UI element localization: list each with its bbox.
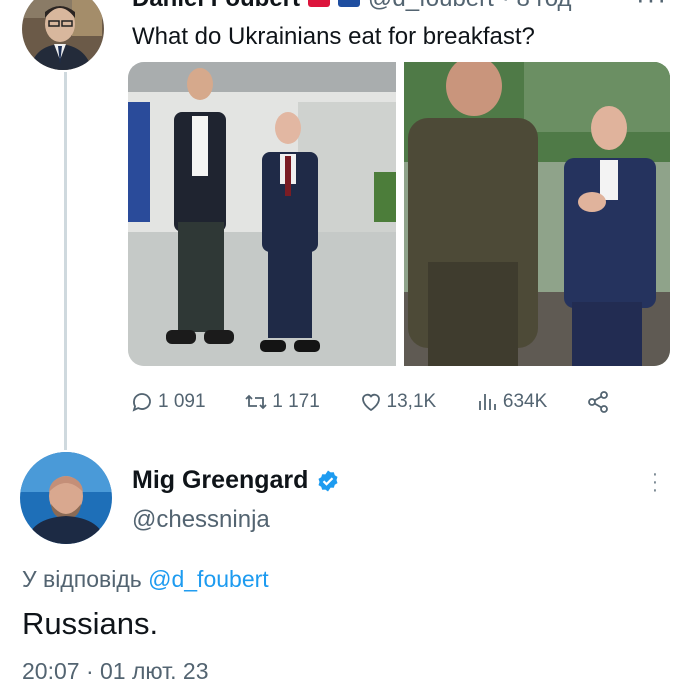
reply-author-handle[interactable]: @chessninja	[132, 506, 270, 534]
like-action[interactable]: 13,1K	[359, 390, 437, 414]
reply-timestamp[interactable]: 20:07 · 01 лют. 23	[22, 658, 208, 685]
retweet-icon	[245, 394, 267, 410]
parent-tweet-header: Daniel Foubert @d_foubert · 8 год	[132, 0, 572, 12]
replying-to-label: У відповідь	[22, 566, 142, 592]
parent-tweet-time[interactable]: · 8 год	[502, 0, 572, 13]
share-action[interactable]	[586, 390, 610, 414]
replying-to-mention[interactable]: @d_foubert	[148, 566, 269, 592]
replying-to-line: У відповідь @d_foubert	[22, 566, 269, 593]
reply-author-row: Mig Greengard	[132, 466, 340, 495]
retweet-action[interactable]: 1 171	[244, 390, 320, 414]
reply-tweet-text: Russians.	[22, 606, 159, 641]
views-icon	[479, 394, 496, 410]
like-icon	[361, 393, 380, 412]
retweet-count: 1 171	[272, 391, 320, 412]
tweet-photo-right[interactable]	[404, 62, 670, 366]
thread-line	[64, 72, 67, 450]
more-icon[interactable]: ···	[636, 0, 668, 15]
parent-author-handle[interactable]: @d_foubert	[368, 0, 494, 13]
parent-tweet-text: What do Ukrainians eat for breakfast?	[132, 23, 535, 50]
parent-tweet-actions: 1 091 1 171 13,1K 634K	[130, 386, 610, 418]
reply-more-icon[interactable]: · · ·	[650, 464, 660, 500]
views-action[interactable]: 634K	[475, 390, 547, 414]
share-icon	[588, 391, 608, 413]
tweet-photo-left[interactable]	[128, 62, 396, 366]
reply-icon	[132, 393, 151, 412]
poland-flag-icon	[308, 0, 331, 7]
parent-author-name[interactable]: Daniel Foubert	[132, 0, 300, 13]
reply-count: 1 091	[158, 391, 206, 412]
reply-action[interactable]: 1 091	[130, 390, 206, 414]
reply-author-avatar[interactable]	[20, 452, 112, 544]
eu-flag-icon	[338, 0, 361, 7]
like-count: 13,1K	[386, 391, 437, 412]
views-count: 634K	[502, 391, 548, 412]
verified-badge-icon[interactable]	[316, 469, 340, 493]
parent-author-avatar[interactable]	[22, 0, 104, 70]
reply-author-name[interactable]: Mig Greengard	[132, 466, 308, 495]
